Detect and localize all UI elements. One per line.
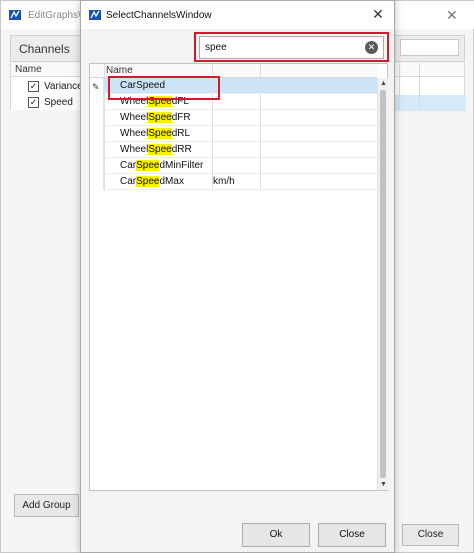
checkbox-variance[interactable]: ✓: [28, 81, 39, 92]
list-item[interactable]: WheelSpeedRL: [104, 126, 377, 142]
channel-name: CarSpeedMax: [120, 176, 184, 187]
background-input-field[interactable]: [400, 39, 459, 56]
app-logo-icon: [9, 10, 21, 20]
ok-button[interactable]: Ok: [242, 523, 310, 547]
close-button[interactable]: Close: [318, 523, 386, 547]
scroll-down-icon[interactable]: ▼: [378, 479, 389, 490]
selected-row-annotation-box: [108, 76, 220, 100]
dialog-titlebar: SelectChannelsWindow ✕: [81, 1, 394, 29]
channel-name: WheelSpeedRR: [120, 144, 192, 155]
list-item[interactable]: WheelSpeedRR: [104, 142, 377, 158]
dialog-title: SelectChannelsWindow: [106, 10, 212, 21]
channel-name: WheelSpeedRL: [120, 128, 191, 139]
search-annotation-box: [194, 32, 389, 62]
select-channels-dialog: SelectChannelsWindow ✕ ✕ Name ✎ CarSpeed…: [80, 0, 395, 553]
column-divider: [419, 63, 420, 110]
channel-name: CarSpeedMinFilter: [120, 160, 204, 171]
background-window-title: EditGraphsW: [28, 10, 88, 21]
row-label-speed: Speed: [44, 97, 73, 108]
scrollbar-thumb[interactable]: [380, 90, 386, 478]
pencil-icon: ✎: [92, 82, 100, 92]
app-logo-icon: [89, 10, 101, 20]
scroll-up-icon[interactable]: ▲: [378, 78, 389, 89]
channels-grid: Name ✎ CarSpeed WheelSpeedFL WheelSpeedF…: [89, 63, 388, 491]
checkbox-speed[interactable]: ✓: [28, 97, 39, 108]
background-close-button[interactable]: Close: [402, 524, 459, 546]
grid-header-name[interactable]: Name: [106, 65, 133, 76]
add-group-button[interactable]: Add Group: [14, 494, 79, 517]
list-item[interactable]: WheelSpeedFR: [104, 110, 377, 126]
channel-unit: km/h: [213, 176, 235, 187]
column-divider: [399, 63, 400, 110]
vertical-scrollbar[interactable]: ▲ ▼: [377, 78, 388, 490]
list-item[interactable]: CarSpeedMax km/h: [104, 174, 377, 190]
row-indicator-column: [90, 78, 104, 190]
list-item[interactable]: CarSpeedMinFilter: [104, 158, 377, 174]
row-selection: [391, 95, 466, 111]
channel-name: WheelSpeedFR: [120, 112, 191, 123]
row-label-variance: Variance: [44, 81, 83, 92]
close-icon[interactable]: ✕: [446, 7, 458, 24]
header-name: Name: [15, 64, 42, 75]
close-icon[interactable]: ✕: [370, 6, 386, 22]
channels-label: Channels: [19, 42, 70, 56]
